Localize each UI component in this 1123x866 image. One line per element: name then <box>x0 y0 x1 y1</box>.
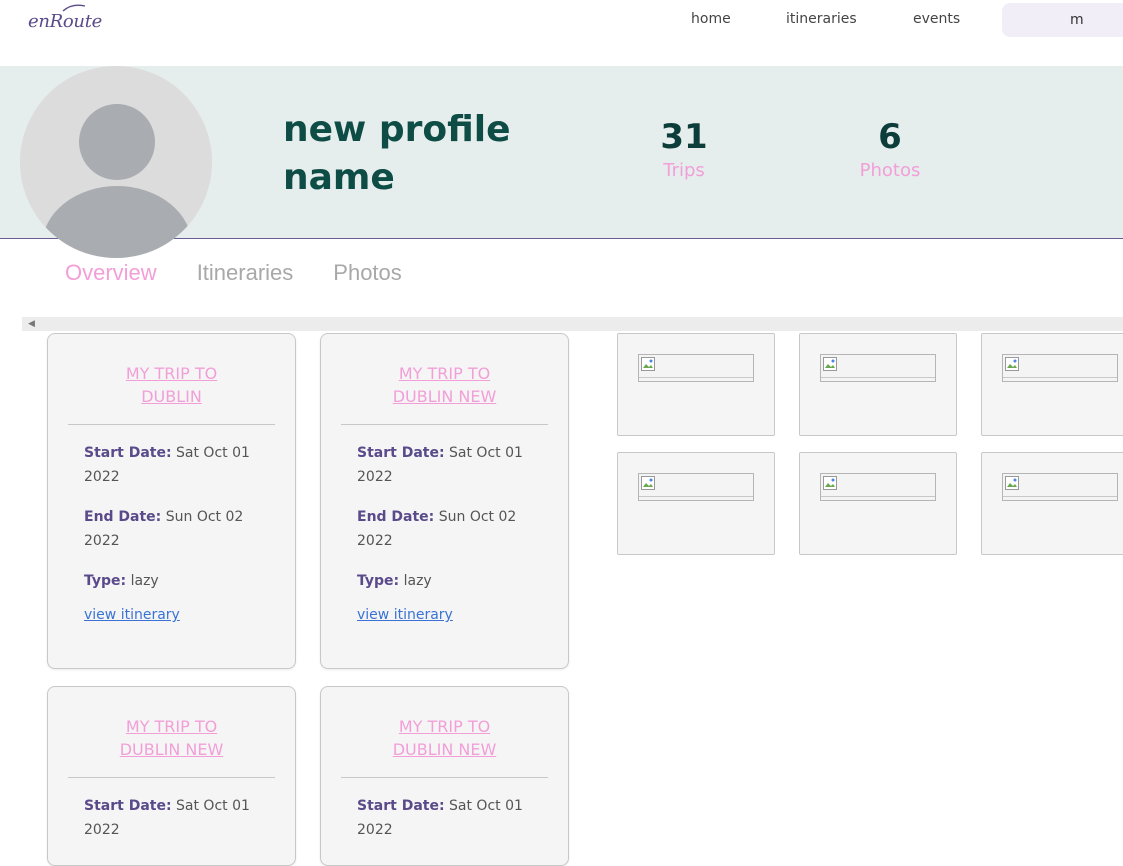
photo-thumbnail[interactable] <box>799 333 957 436</box>
avatar-head-shape <box>79 104 155 180</box>
nav-events-link[interactable]: events <box>913 11 960 27</box>
user-initial: m <box>1070 12 1084 28</box>
start-date-label: Start Date: <box>357 445 445 461</box>
trip-end-date: End Date: Sun Oct 02 2022 <box>84 505 274 553</box>
trips-label: Trips <box>663 160 705 181</box>
photo-thumbnail[interactable] <box>617 333 775 436</box>
trip-title-link[interactable]: MY TRIP TO DUBLIN NEW <box>370 715 520 761</box>
photo-thumbnail[interactable] <box>981 333 1123 436</box>
type-value: lazy <box>403 573 432 589</box>
photos-stat: 6 Photos <box>830 116 950 184</box>
enroute-logo[interactable]: enRoute <box>28 11 102 32</box>
card-divider <box>341 777 548 778</box>
trip-title-link[interactable]: MY TRIP TO DUBLIN NEW <box>97 715 247 761</box>
tab-itineraries[interactable]: Itineraries <box>197 260 294 286</box>
profile-name: new profile name <box>283 109 511 198</box>
scroll-left-arrow-icon[interactable]: ◀ <box>28 317 35 331</box>
nav-itineraries-link[interactable]: itineraries <box>786 11 857 27</box>
trip-card: MY TRIP TO DUBLIN NEW Start Date: Sat Oc… <box>320 686 569 866</box>
trip-start-date: Start Date: Sat Oct 01 2022 <box>357 441 547 489</box>
photos-count: 6 <box>878 117 902 157</box>
nav-home-link[interactable]: home <box>691 11 731 27</box>
photo-thumbnail[interactable] <box>981 452 1123 555</box>
photo-thumbnail[interactable] <box>799 452 957 555</box>
end-date-label: End Date: <box>357 509 435 525</box>
trip-type: Type: lazy <box>357 569 547 593</box>
trips-stat: 31 Trips <box>624 116 744 184</box>
type-label: Type: <box>357 573 400 589</box>
user-menu-button[interactable]: m <box>1002 3 1123 37</box>
broken-image-icon <box>1002 354 1118 382</box>
tab-overview[interactable]: Overview <box>65 260 157 286</box>
end-date-label: End Date: <box>84 509 162 525</box>
trip-card: MY TRIP TO DUBLIN NEW Start Date: Sat Oc… <box>47 686 296 866</box>
top-navbar: enRoute home itineraries events m <box>0 0 1123 40</box>
avatar <box>20 66 212 258</box>
trip-card: MY TRIP TO DUBLIN Start Date: Sat Oct 01… <box>47 333 296 669</box>
view-itinerary-link[interactable]: view itinerary <box>84 607 295 623</box>
broken-image-icon <box>638 354 754 382</box>
trip-start-date: Start Date: Sat Oct 01 2022 <box>84 794 274 842</box>
horizontal-scrollbar[interactable]: ◀ <box>22 317 1123 331</box>
photo-thumbnail[interactable] <box>617 452 775 555</box>
plane-swoosh-icon <box>62 4 86 12</box>
type-label: Type: <box>84 573 127 589</box>
trip-title-link[interactable]: MY TRIP TO DUBLIN NEW <box>370 362 520 408</box>
avatar-body-shape <box>42 186 192 258</box>
trip-end-date: End Date: Sun Oct 02 2022 <box>357 505 547 553</box>
trip-card: MY TRIP TO DUBLIN NEW Start Date: Sat Oc… <box>320 333 569 669</box>
tab-photos[interactable]: Photos <box>333 260 402 286</box>
broken-image-icon <box>1002 473 1118 501</box>
profile-tabs: Overview Itineraries Photos <box>65 260 402 286</box>
start-date-label: Start Date: <box>357 798 445 814</box>
start-date-label: Start Date: <box>84 445 172 461</box>
trip-start-date: Start Date: Sat Oct 01 2022 <box>357 794 547 842</box>
trip-title-link[interactable]: MY TRIP TO DUBLIN <box>97 362 247 408</box>
card-divider <box>341 424 548 425</box>
trips-count: 31 <box>660 117 708 157</box>
broken-image-icon <box>820 354 936 382</box>
photos-label: Photos <box>859 160 921 181</box>
card-divider <box>68 424 275 425</box>
card-divider <box>68 777 275 778</box>
broken-image-icon <box>638 473 754 501</box>
trip-type: Type: lazy <box>84 569 274 593</box>
broken-image-icon <box>820 473 936 501</box>
type-value: lazy <box>130 573 159 589</box>
view-itinerary-link[interactable]: view itinerary <box>357 607 568 623</box>
trip-start-date: Start Date: Sat Oct 01 2022 <box>84 441 274 489</box>
start-date-label: Start Date: <box>84 798 172 814</box>
